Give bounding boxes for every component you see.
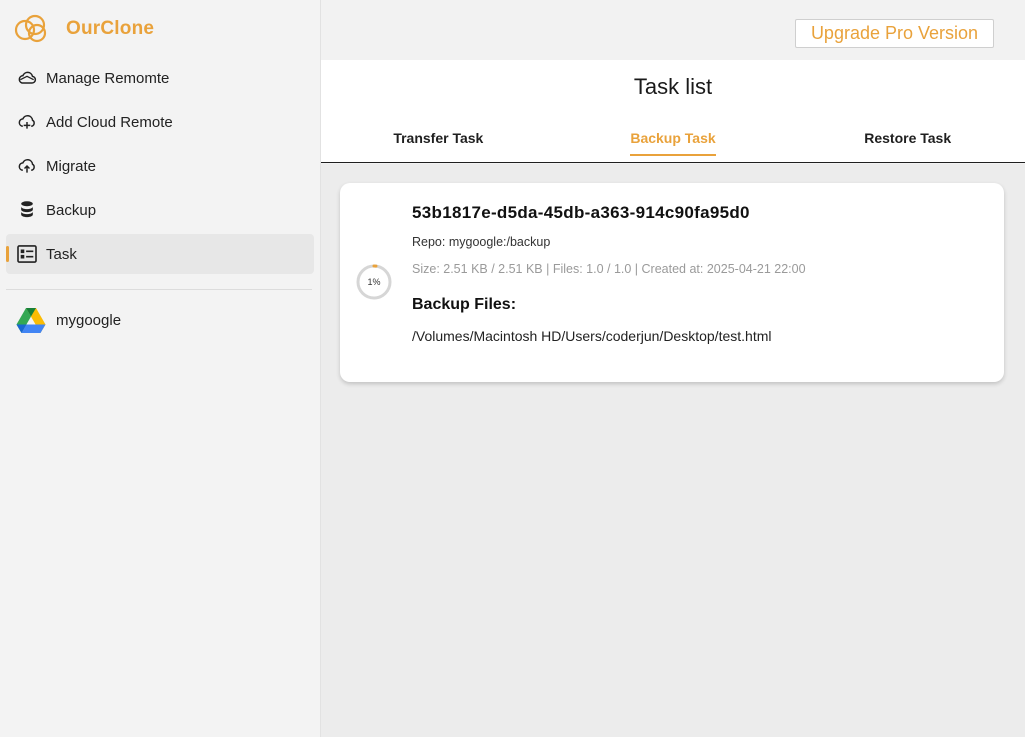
sidebar-item-manage-remote[interactable]: Manage Remomte: [6, 58, 314, 98]
sidebar-item-migrate[interactable]: Migrate: [6, 146, 314, 186]
sidebar-item-label: Manage Remomte: [46, 69, 170, 87]
task-card[interactable]: 1% 53b1817e-d5da-45db-a363-914c90fa95d0 …: [340, 183, 1004, 382]
sidebar-item-label: Task: [46, 245, 77, 263]
main-header: Task list Transfer Task Backup Task Rest…: [321, 60, 1025, 163]
task-list-icon: [16, 243, 38, 265]
tab-backup-task[interactable]: Backup Task: [556, 122, 791, 162]
sidebar-nav: Manage Remomte Add Cloud Remote Migrate …: [6, 58, 314, 278]
backup-files-title: Backup Files:: [412, 296, 517, 313]
page-title: Task list: [633, 74, 713, 99]
sidebar-item-label: Backup: [46, 201, 97, 219]
remote-item-mygoogle[interactable]: mygoogle: [16, 305, 121, 335]
sidebar-item-label: Add Cloud Remote: [46, 113, 173, 131]
tab-restore-task[interactable]: Restore Task: [790, 122, 1025, 162]
database-icon: [16, 199, 38, 221]
cloud-add-icon: [16, 111, 38, 133]
sidebar: OurClone Manage Remomte Add Cloud Remote…: [0, 0, 321, 737]
google-drive-icon: [16, 307, 46, 333]
sidebar-item-add-cloud-remote[interactable]: Add Cloud Remote: [6, 102, 314, 142]
sidebar-item-backup[interactable]: Backup: [6, 190, 314, 230]
cloud-icon: [16, 67, 38, 89]
tab-label: Backup Task: [630, 130, 717, 156]
task-meta: Size: 2.51 KB / 2.51 KB | Files: 1.0 / 1…: [412, 262, 806, 276]
tab-transfer-task[interactable]: Transfer Task: [321, 122, 556, 162]
sidebar-item-label: Migrate: [46, 157, 97, 175]
task-list-content: 1% 53b1817e-d5da-45db-a363-914c90fa95d0 …: [321, 164, 1025, 737]
progress-label: 1%: [367, 277, 381, 287]
backup-file-path: /Volumes/Macintosh HD/Users/coderjun/Des…: [412, 328, 772, 344]
task-repo: Repo: mygoogle:/backup: [412, 235, 551, 249]
upgrade-pro-button[interactable]: Upgrade Pro Version: [795, 19, 994, 48]
brand: OurClone: [12, 12, 154, 46]
tab-label: Restore Task: [864, 130, 952, 146]
app-name: OurClone: [66, 18, 155, 39]
ourclone-logo-icon: [14, 14, 47, 43]
task-id: 53b1817e-d5da-45db-a363-914c90fa95d0: [412, 203, 750, 222]
tab-label: Transfer Task: [393, 130, 484, 146]
cloud-upload-icon: [16, 155, 38, 177]
sidebar-item-task[interactable]: Task: [6, 234, 314, 274]
remote-label: mygoogle: [56, 311, 122, 329]
task-tabs: Transfer Task Backup Task Restore Task: [321, 122, 1025, 162]
sidebar-divider: [6, 289, 312, 290]
